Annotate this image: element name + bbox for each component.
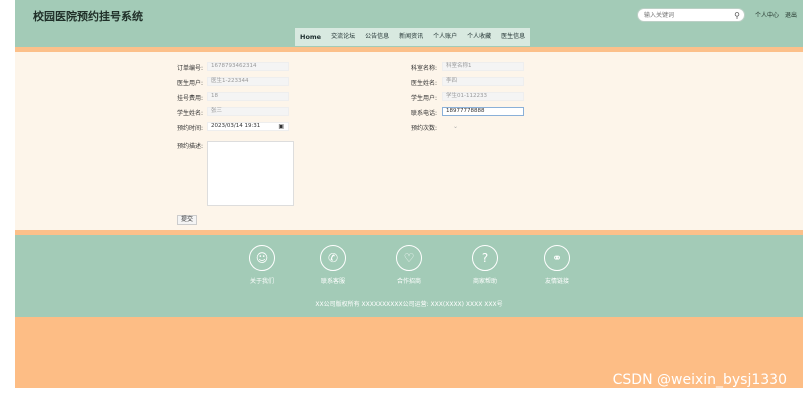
description-label: 预约描述:: [176, 143, 203, 150]
description-textarea[interactable]: [207, 141, 294, 206]
phone-icon[interactable]: ✆: [320, 245, 346, 271]
fee-label: 挂号费用:: [176, 95, 203, 102]
site-title: 校园医院预约挂号系统: [33, 10, 143, 23]
footer-partner[interactable]: ♡ 合作招商: [384, 245, 434, 285]
footer-contact[interactable]: ✆ 联系客服: [308, 245, 358, 285]
footer-about-label: 关于我们: [249, 278, 274, 285]
user-center-link[interactable]: 个人中心: [755, 12, 779, 19]
link-icon[interactable]: ⚭: [544, 245, 570, 271]
nav-news[interactable]: 新闻资讯: [394, 28, 428, 46]
header: 校园医院预约挂号系统 ⚲ 个人中心 退出 Home 交流论坛 公告信息 新闻资讯…: [15, 0, 803, 47]
search-input[interactable]: [644, 10, 724, 21]
footer: ☺ 关于我们 ✆ 联系客服 ♡ 合作招商 ? 商家帮助 ⚭ 友情链接 XX公司版…: [15, 235, 803, 317]
appointment-time-value: 2023/03/14 19:31: [211, 123, 261, 129]
footer-links[interactable]: ⚭ 友情链接: [532, 245, 582, 285]
visit-count-label: 预约次数:: [410, 125, 437, 132]
person-icon[interactable]: ☺: [249, 245, 275, 271]
nav-announcements[interactable]: 公告信息: [360, 28, 394, 46]
footer-links-label: 友情链接: [544, 278, 569, 285]
visit-count-select[interactable]: ⌄: [453, 123, 458, 130]
nav-forum[interactable]: 交流论坛: [326, 28, 360, 46]
search-box[interactable]: ⚲: [637, 8, 745, 22]
student-name-label: 学生姓名:: [176, 110, 203, 117]
doctor-name-field[interactable]: 李四: [442, 77, 524, 86]
student-user-label: 学生用户:: [410, 95, 437, 102]
user-links: 个人中心 退出: [755, 10, 801, 19]
footer-help-label: 商家帮助: [472, 278, 497, 285]
calendar-icon[interactable]: ▣: [278, 123, 284, 130]
doctor-user-label: 医生用户:: [176, 80, 203, 87]
help-icon[interactable]: ?: [472, 245, 498, 271]
footer-about[interactable]: ☺ 关于我们: [237, 245, 287, 285]
footer-partner-label: 合作招商: [396, 278, 421, 285]
submit-button[interactable]: 提交: [177, 215, 197, 225]
order-number-field[interactable]: 1678793462314: [207, 62, 289, 71]
phone-label: 联系电话:: [410, 110, 437, 117]
department-label: 科室名称:: [410, 65, 437, 72]
search-icon[interactable]: ⚲: [734, 10, 740, 21]
page-frame: 校园医院预约挂号系统 ⚲ 个人中心 退出 Home 交流论坛 公告信息 新闻资讯…: [15, 0, 803, 388]
copyright-text: XX公司版权所有 XXXXXXXXXX公司运营: XXX(XXXX) XXXX …: [315, 301, 503, 308]
student-user-select[interactable]: 学生01-112233: [442, 92, 524, 101]
appointment-time-label: 预约时间:: [176, 125, 203, 132]
watermark: CSDN @weixin_bysj1330: [612, 372, 787, 388]
appointment-time-input[interactable]: 2023/03/14 19:31 ▣: [207, 122, 289, 131]
phone-field[interactable]: 18977778888: [442, 107, 524, 116]
footer-help[interactable]: ? 商家帮助: [460, 245, 510, 285]
logout-link[interactable]: 退出: [785, 12, 797, 19]
appointment-form: 订单编号: 1678793462314 医生用户: 医生1-223344 挂号费…: [15, 52, 803, 230]
handshake-icon[interactable]: ♡: [396, 245, 422, 271]
main-nav: Home 交流论坛 公告信息 新闻资讯 个人账户 个人收藏 医生信息: [295, 28, 531, 46]
nav-doctors[interactable]: 医生信息: [496, 28, 530, 46]
nav-home[interactable]: Home: [295, 28, 326, 46]
nav-account[interactable]: 个人账户: [428, 28, 462, 46]
nav-favorites[interactable]: 个人收藏: [462, 28, 496, 46]
department-field[interactable]: 科室名称1: [442, 62, 524, 71]
student-name-field[interactable]: 张三: [207, 107, 289, 116]
doctor-user-select[interactable]: 医生1-223344: [207, 77, 289, 86]
fee-field[interactable]: 18: [207, 92, 289, 101]
order-number-label: 订单编号:: [176, 65, 203, 72]
doctor-name-label: 医生姓名:: [410, 80, 437, 87]
footer-contact-label: 联系客服: [320, 278, 345, 285]
